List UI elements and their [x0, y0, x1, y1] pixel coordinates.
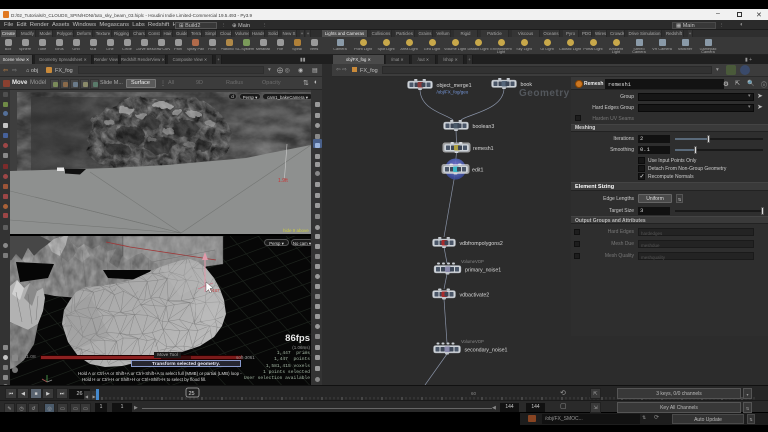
svg-text:/obj/FX_fog/geo: /obj/FX_fog/geo [437, 90, 469, 95]
svg-text:boolean3: boolean3 [473, 124, 495, 130]
svg-text:object_merge1: object_merge1 [437, 83, 472, 89]
svg-text:VolumeVOP: VolumeVOP [461, 259, 484, 264]
svg-text:secondary_noise1: secondary_noise1 [465, 348, 508, 354]
svg-text:vdbfrompolygons2: vdbfrompolygons2 [460, 241, 503, 247]
svg-text:25: 25 [189, 391, 195, 397]
svg-text:1.9ft: 1.9ft [278, 178, 288, 184]
svg-text:edit1: edit1 [472, 168, 484, 174]
svg-text:Geometry: Geometry [519, 88, 570, 99]
svg-text:60: 60 [471, 391, 477, 396]
svg-text:vdbactivate2: vdbactivate2 [460, 293, 490, 299]
svg-text:primary_noise1: primary_noise1 [465, 268, 501, 274]
svg-text:remesh1: remesh1 [473, 146, 494, 152]
svg-text:VolumeVOP: VolumeVOP [461, 339, 484, 344]
svg-text:book: book [521, 82, 533, 88]
